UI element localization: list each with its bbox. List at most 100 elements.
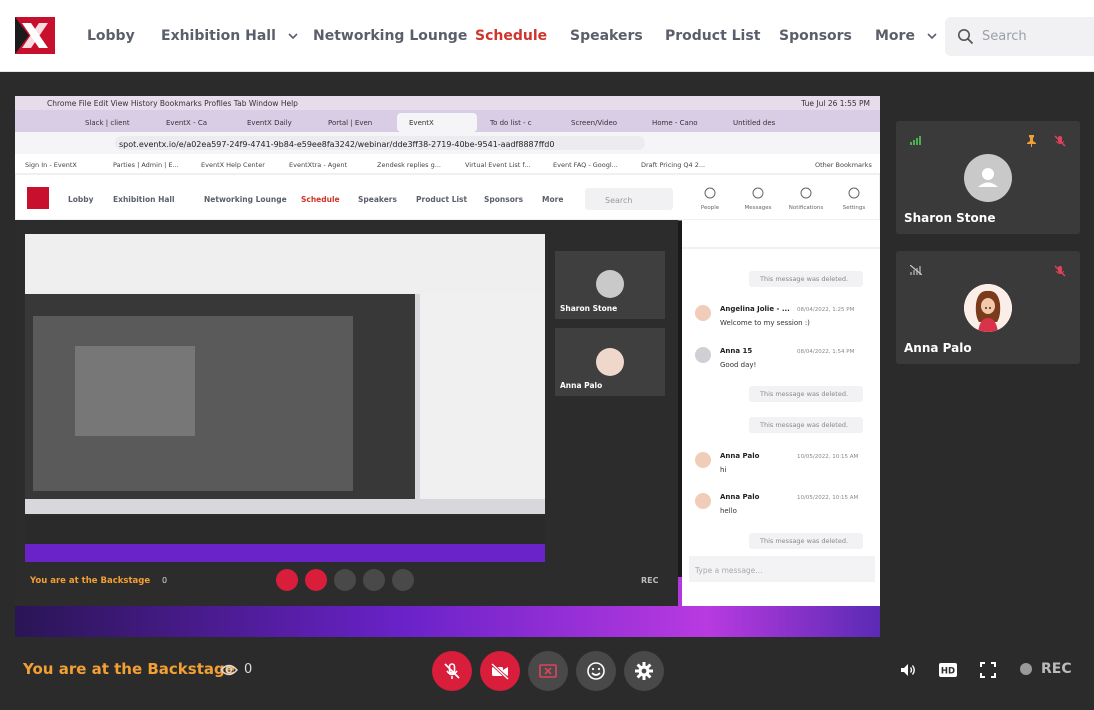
signal-icon <box>910 136 921 145</box>
video-off-icon <box>490 662 510 680</box>
chat-time: 08/04/2022, 1:54 PM <box>797 349 855 355</box>
chat-author: Angelina Jolie - ... <box>720 305 790 313</box>
fullscreen-icon[interactable] <box>979 661 997 679</box>
camera-toggle-button[interactable] <box>480 651 520 691</box>
bookmark-item: Virtual Event List f... <box>465 161 530 169</box>
chat-text: Good day! <box>720 361 756 369</box>
reactions-button[interactable] <box>576 651 616 691</box>
chevron-down-icon <box>927 33 937 40</box>
svg-text:HD: HD <box>941 667 955 677</box>
stop-share-button[interactable] <box>528 651 568 691</box>
search-box[interactable] <box>945 17 1094 56</box>
inner-viewer-count: 0 <box>162 576 167 585</box>
bookmark-item: Draft Pricing Q4 2... <box>641 161 705 169</box>
bookmark-item: Other Bookmarks <box>815 161 872 169</box>
viewer-count: 0 <box>220 662 252 677</box>
bookmark-item: EventXtra - Agent <box>289 161 347 169</box>
inner-tile-name-2: Anna Palo <box>560 381 602 390</box>
inner-nav-item: Speakers <box>358 195 397 204</box>
browser-tab: EventX <box>409 119 434 127</box>
participant-tile[interactable]: Sharon Stone <box>896 121 1080 234</box>
browser-tab: To do list - c <box>489 119 532 127</box>
inner-app-nav: Lobby Exhibition Hall Networking Lounge Sch… <box>68 195 563 204</box>
inner-rec: REC <box>641 576 659 585</box>
participant-name: Sharon Stone <box>904 211 996 225</box>
chat-author: Anna Palo <box>720 452 760 460</box>
address-bar-url: spot.eventx.io/e/a02ea597-24f9-4741-9b84… <box>119 140 554 149</box>
volume-icon[interactable] <box>899 661 917 679</box>
chat-time: 10/05/2022, 10:15 AM <box>797 495 859 501</box>
bookmark-item: Parties | Admin | E... <box>113 161 179 169</box>
nav-more[interactable]: More <box>875 0 939 72</box>
participant-name: Anna Palo <box>904 341 972 355</box>
inner-chat-placeholder: Type a message... <box>694 566 762 575</box>
default-avatar <box>964 154 1012 202</box>
inner-search: Search <box>605 196 632 205</box>
mic-muted-icon <box>1054 265 1066 277</box>
viewer-count-value: 0 <box>244 662 253 677</box>
chat-text: Welcome to my session :) <box>720 319 810 327</box>
bookmark-item: Event FAQ - Googl... <box>553 161 618 169</box>
mac-clock: Tue Jul 26 1:55 PM <box>800 99 870 108</box>
nav-product-list[interactable]: Product List <box>665 0 760 72</box>
inner-nav-item: Schedule <box>301 195 340 204</box>
inner-nav-item: Sponsors <box>484 195 524 204</box>
backstage-status: You are at the Backstage <box>23 660 235 678</box>
browser-tab: EventX Daily <box>247 119 292 127</box>
inner-nav-item: Product List <box>416 195 468 204</box>
pin-icon[interactable] <box>1026 135 1037 147</box>
chevron-down-icon <box>288 33 298 40</box>
smiley-icon <box>587 662 605 680</box>
browser-tab: Untitled des <box>733 119 776 127</box>
photo-avatar <box>964 284 1012 332</box>
inner-nav-item: Exhibition Hall <box>113 195 175 204</box>
inner-header-icon-label: Settings <box>843 205 866 211</box>
browser-tab: Home - Cano <box>652 119 698 127</box>
nav-sponsors[interactable]: Sponsors <box>779 0 852 72</box>
inner-nav-item: More <box>542 195 563 204</box>
chat-time: 10/05/2022, 10:15 AM <box>797 454 859 460</box>
mic-off-icon <box>444 663 460 679</box>
signal-weak-icon <box>910 265 922 275</box>
deleted-message: This message was deleted. <box>759 421 848 429</box>
chat-text: hi <box>720 466 726 474</box>
chat-author: Anna 15 <box>720 347 752 355</box>
record-button[interactable]: REC <box>1020 661 1072 677</box>
eye-icon <box>220 664 238 675</box>
inner-tile-name-1: Sharon Stone <box>560 304 617 313</box>
stage-video: Chrome File Edit View History Bookmarks … <box>15 96 880 637</box>
top-nav: Lobby Exhibition Hall Networking Lounge … <box>0 0 1094 72</box>
mic-muted-icon <box>1054 135 1066 147</box>
deleted-message: This message was deleted. <box>759 275 848 283</box>
mac-menubar: Chrome File Edit View History Bookmarks … <box>47 99 298 108</box>
stop-screen-share-icon <box>539 664 557 678</box>
inner-backstage-text: You are at the Backstage <box>29 576 150 586</box>
chat-time: 08/04/2022, 1:25 PM <box>797 307 855 313</box>
bookmark-item: Sign In - EventX <box>25 161 77 169</box>
inner-header-icon-label: Notifications <box>789 205 824 211</box>
chat-text: hello <box>720 507 737 515</box>
deleted-message: This message was deleted. <box>759 537 848 545</box>
search-input[interactable] <box>982 29 1092 44</box>
nav-schedule[interactable]: Schedule <box>475 0 547 72</box>
inner-header-icon-label: People <box>701 205 720 211</box>
browser-tab: Portal | Even <box>328 119 372 127</box>
rec-label: REC <box>1041 661 1072 677</box>
inner-header-icon-label: Messages <box>745 205 772 211</box>
settings-button[interactable] <box>624 651 664 691</box>
nav-exhibition-hall[interactable]: Exhibition Hall <box>161 0 300 72</box>
screen-share-content: Chrome File Edit View History Bookmarks … <box>15 96 880 606</box>
nav-speakers[interactable]: Speakers <box>570 0 643 72</box>
bookmark-item: Zendesk replies g... <box>377 161 441 169</box>
inner-nav-item: Lobby <box>68 195 94 204</box>
eventx-logo[interactable] <box>15 17 55 54</box>
bookmark-item: EventX Help Center <box>201 161 265 169</box>
nav-lobby[interactable]: Lobby <box>87 0 135 72</box>
participant-tile[interactable]: Anna Palo <box>896 251 1080 364</box>
record-dot-icon <box>1020 663 1032 675</box>
mute-mic-button[interactable] <box>432 651 472 691</box>
nav-networking-lounge[interactable]: Networking Lounge <box>313 0 467 72</box>
search-icon <box>958 29 974 45</box>
hd-quality-icon[interactable]: HD <box>938 661 958 679</box>
chat-author: Anna Palo <box>720 493 760 501</box>
